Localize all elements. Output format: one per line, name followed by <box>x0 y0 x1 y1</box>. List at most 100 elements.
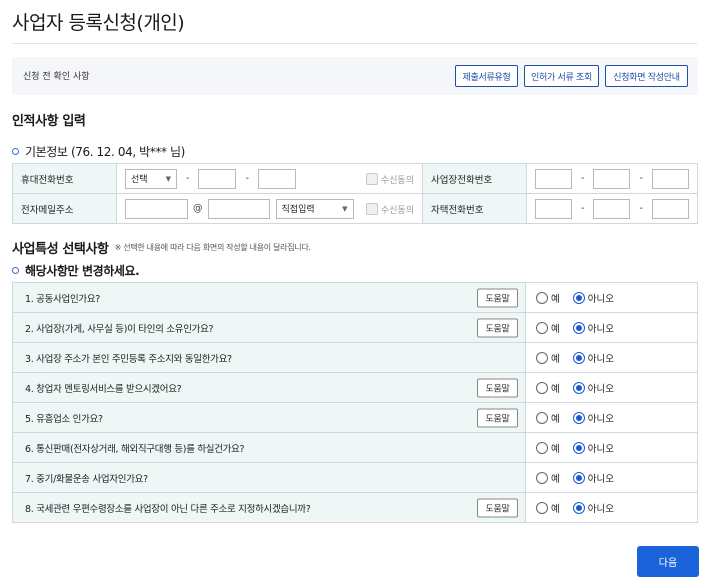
help-button[interactable]: 도움말 <box>477 378 518 397</box>
permit-docs-lookup-button[interactable]: 인허가 서류 조회 <box>524 65 599 87</box>
next-button[interactable]: 다음 <box>637 546 699 577</box>
radio-option-no[interactable]: 아니오 <box>572 441 614 455</box>
question-row: 2. 사업장(가게, 사무실 등)이 타인의 소유인가요? 도움말 예 아니오 <box>12 312 698 343</box>
radio-option-yes[interactable]: 예 <box>536 471 560 485</box>
email-domain-input[interactable] <box>207 198 270 219</box>
radio-no[interactable] <box>572 351 585 364</box>
radio-label: 예 <box>551 383 560 395</box>
radio-option-yes[interactable]: 예 <box>536 501 560 515</box>
question-text: 2. 사업장(가게, 사무실 등)이 타인의 소유인가요? <box>25 323 214 335</box>
radio-option-yes[interactable]: 예 <box>536 321 560 335</box>
biz-phone-first-input[interactable] <box>535 168 572 189</box>
mobile-prefix-select[interactable]: 선택 ▼ <box>125 168 177 189</box>
radio-label: 아니오 <box>587 473 614 485</box>
radio-label: 예 <box>551 293 560 305</box>
answer-radio-group: 예 아니오 <box>536 471 697 485</box>
answer-cell: 예 아니오 <box>525 282 698 313</box>
radio-option-no[interactable]: 아니오 <box>572 381 614 395</box>
question-row: 6. 통신판매(전자상거래, 해외직구대행 등)를 하실건가요? 예 아니오 <box>12 432 698 463</box>
home-phone-first-input[interactable] <box>535 198 572 219</box>
question-text: 7. 중기/화물운송 사업자인가요? <box>25 473 148 485</box>
radio-yes[interactable] <box>536 441 548 454</box>
radio-yes[interactable] <box>536 501 548 514</box>
help-button[interactable]: 도움말 <box>477 408 518 427</box>
features-subheading-text: 해당사항만 변경하세요. <box>25 264 140 278</box>
mobile-last-input[interactable] <box>257 168 296 189</box>
question-cell: 4. 창업자 멘토링서비스를 받으시겠어요? 도움말 <box>12 372 526 403</box>
pre-check-label: 신청 전 확인 사항 <box>23 72 90 82</box>
radio-yes[interactable] <box>536 291 548 304</box>
radio-no[interactable] <box>572 441 585 454</box>
radio-option-yes[interactable]: 예 <box>536 351 560 365</box>
email-label: 전자메일주소 <box>12 193 117 224</box>
radio-option-no[interactable]: 아니오 <box>572 351 614 365</box>
mobile-consent[interactable]: 수신동의 <box>365 173 414 186</box>
email-cell: @ 직접입력 ▼ 수신동의 <box>116 193 423 224</box>
radio-no[interactable] <box>572 291 585 304</box>
help-button[interactable]: 도움말 <box>477 318 518 337</box>
chevron-down-icon: ▼ <box>342 204 348 213</box>
chevron-down-icon: ▼ <box>165 174 171 183</box>
biz-phone-label: 사업장전화번호 <box>422 163 527 194</box>
mobile-consent-label: 수신동의 <box>380 175 414 186</box>
home-phone-label: 자택전화번호 <box>422 193 527 224</box>
radio-option-no[interactable]: 아니오 <box>572 321 614 335</box>
radio-no[interactable] <box>572 411 585 424</box>
radio-no[interactable] <box>572 471 585 484</box>
radio-yes[interactable] <box>536 411 548 424</box>
question-cell: 8. 국세관련 우편수령장소를 사업장이 아닌 다른 주소로 지정하시겠습니까?… <box>12 492 526 523</box>
radio-yes[interactable] <box>536 351 548 364</box>
radio-option-no[interactable]: 아니오 <box>572 471 614 485</box>
basic-info-subheading: 기본정보 (76. 12. 04, 박*** 님) <box>12 143 185 160</box>
biz-phone-cell: -- <box>526 163 698 194</box>
home-phone-last-input[interactable] <box>651 198 689 219</box>
biz-phone-middle-input[interactable] <box>593 168 631 189</box>
help-button[interactable]: 도움말 <box>477 498 518 517</box>
radio-option-yes[interactable]: 예 <box>536 381 560 395</box>
radio-option-no[interactable]: 아니오 <box>572 501 614 515</box>
submit-docs-type-button[interactable]: 제출서류유형 <box>455 65 518 87</box>
radio-option-no[interactable]: 아니오 <box>572 291 614 305</box>
answer-radio-group: 예 아니오 <box>536 351 697 365</box>
email-consent-checkbox[interactable] <box>365 203 378 215</box>
radio-option-yes[interactable]: 예 <box>536 291 560 305</box>
question-cell: 6. 통신판매(전자상거래, 해외직구대행 등)를 하실건가요? <box>12 432 526 463</box>
radio-yes[interactable] <box>536 381 548 394</box>
email-domain-select[interactable]: 직접입력 ▼ <box>275 198 354 219</box>
answer-cell: 예 아니오 <box>525 372 698 403</box>
question-text: 3. 사업장 주소가 본인 주민등록 주소지와 동일한가요? <box>25 353 232 365</box>
radio-label: 아니오 <box>587 383 614 395</box>
answer-cell: 예 아니오 <box>525 462 698 493</box>
help-button[interactable]: 도움말 <box>477 288 518 307</box>
radio-option-no[interactable]: 아니오 <box>572 411 614 425</box>
radio-no[interactable] <box>572 501 585 514</box>
mobile-prefix-value: 선택 <box>131 175 148 185</box>
email-consent[interactable]: 수신동의 <box>365 203 414 216</box>
bullet-icon <box>12 267 19 274</box>
pre-check-box: 신청 전 확인 사항 제출서류유형 인허가 서류 조회 신청화면 작성안내 <box>12 57 698 95</box>
radio-no[interactable] <box>572 381 585 394</box>
radio-no[interactable] <box>572 321 585 334</box>
dash: - <box>639 173 643 184</box>
mobile-consent-checkbox[interactable] <box>365 173 378 185</box>
bullet-icon <box>12 148 19 155</box>
radio-yes[interactable] <box>536 321 548 334</box>
radio-option-yes[interactable]: 예 <box>536 411 560 425</box>
home-phone-middle-input[interactable] <box>593 198 631 219</box>
question-row: 7. 중기/화물운송 사업자인가요? 예 아니오 <box>12 462 698 493</box>
question-cell: 5. 유흥업소 인가요? 도움말 <box>12 402 526 433</box>
title-divider <box>12 43 697 44</box>
contact-table: 휴대전화번호 선택 ▼ - - 수신동의 사업장전화번호 -- 전자메일주소 @ 직접… <box>12 163 698 224</box>
answer-radio-group: 예 아니오 <box>536 291 697 305</box>
features-table: 1. 공동사업인가요? 도움말 예 아니오 2. 사업장(가게, 사무실 등)이 타인의… <box>12 282 698 523</box>
radio-label: 아니오 <box>587 353 614 365</box>
mobile-middle-input[interactable] <box>198 168 237 189</box>
radio-option-yes[interactable]: 예 <box>536 441 560 455</box>
biz-phone-last-input[interactable] <box>651 168 689 189</box>
question-text: 1. 공동사업인가요? <box>25 293 101 305</box>
radio-yes[interactable] <box>536 471 548 484</box>
email-id-input[interactable] <box>125 198 188 219</box>
features-heading-row: 사업특성 선택사항 ※ 선택한 내용에 따라 다음 화면의 작성할 내용이 달라… <box>12 238 311 257</box>
form-guide-button[interactable]: 신청화면 작성안내 <box>605 65 688 87</box>
answer-radio-group: 예 아니오 <box>536 381 697 395</box>
